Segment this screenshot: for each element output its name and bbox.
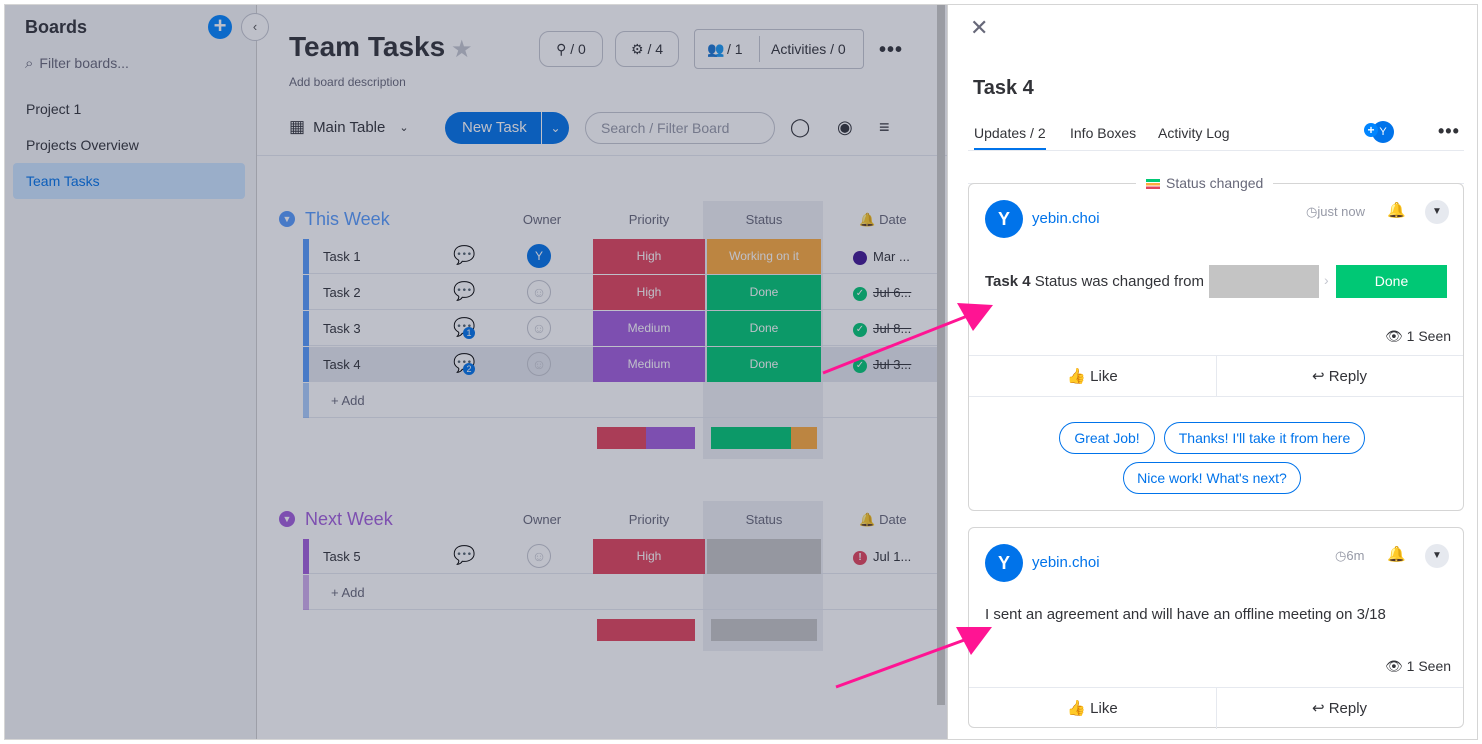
add-subscriber-icon[interactable]: + [1364, 123, 1378, 137]
update-actions: 👍 Like ↩ Reply [969, 687, 1463, 729]
seen-count-value: 1 Seen [1406, 658, 1452, 674]
close-icon[interactable]: ✕ [970, 15, 988, 41]
update-time-value: just now [1317, 204, 1366, 219]
tab-activity-log[interactable]: Activity Log [1158, 125, 1230, 141]
seen-count[interactable]: 👁 1 Seen [1385, 328, 1451, 345]
new-status-chip: Done [1336, 265, 1447, 298]
update-body: Task 4 Status was changed from [985, 273, 1204, 290]
panel-title[interactable]: Task 4 [973, 77, 1034, 100]
panel-more-icon[interactable]: ••• [1438, 121, 1460, 142]
clock-icon: ◷ [1335, 548, 1347, 563]
clock-icon: ◷ [1306, 204, 1318, 219]
arrow-shaft [822, 309, 981, 375]
avatar[interactable]: Y [985, 200, 1023, 238]
update-card: Y yebin.choi ◷6m 🔔 ▼ I sent an agreement… [968, 527, 1464, 729]
like-button[interactable]: 👍 Like [969, 688, 1216, 729]
app-window: Boards + ⌕ Filter boards... Project 1 Pro… [4, 4, 1478, 740]
status-changed-label: Status changed [1136, 175, 1274, 191]
tab-info-boxes[interactable]: Info Boxes [1070, 125, 1136, 141]
reply-label: Reply [1328, 368, 1368, 385]
update-task-name: Task 4 [985, 273, 1031, 290]
bell-icon[interactable]: 🔔 [1387, 201, 1406, 219]
update-body: I sent an agreement and will have an off… [985, 606, 1386, 623]
thumbs-up-icon: 👍 [1067, 700, 1091, 717]
update-author[interactable]: yebin.choi [1032, 210, 1100, 227]
arrow-shaft [835, 633, 979, 689]
item-detail-panel: ✕ Task 4 Updates / 2 Info Boxes Activity… [947, 5, 1477, 739]
update-menu-icon[interactable]: ▼ [1425, 200, 1449, 224]
divider [969, 396, 1463, 397]
chevron-right-icon: › [1324, 272, 1329, 288]
quick-reply-thanks[interactable]: Thanks! I'll take it from here [1164, 422, 1365, 454]
update-card: Y yebin.choi ◷just now 🔔 ▼ Task 4 Status… [968, 183, 1464, 511]
update-time-value: 6m [1346, 548, 1365, 563]
seen-count-value: 1 Seen [1406, 328, 1452, 344]
update-time: ◷just now [1306, 204, 1365, 220]
bell-icon[interactable]: 🔔 [1387, 545, 1406, 563]
update-author[interactable]: yebin.choi [1032, 554, 1100, 571]
eye-icon: 👁 [1385, 658, 1407, 674]
reply-button[interactable]: ↩ Reply [1216, 688, 1463, 729]
reply-icon: ↩ [1311, 368, 1329, 385]
reply-icon: ↩ [1311, 700, 1329, 717]
like-label: Like [1090, 700, 1118, 717]
status-changed-text: Status changed [1166, 175, 1264, 191]
status-column-icon [1146, 179, 1160, 190]
like-label: Like [1090, 368, 1118, 385]
reply-label: Reply [1328, 700, 1368, 717]
quick-reply-nice-work[interactable]: Nice work! What's next? [1123, 462, 1301, 494]
avatar[interactable]: Y [985, 544, 1023, 582]
seen-count[interactable]: 👁 1 Seen [1385, 658, 1451, 675]
update-time: ◷6m [1335, 548, 1364, 564]
tab-updates[interactable]: Updates / 2 [974, 125, 1046, 150]
modal-overlay[interactable] [5, 5, 947, 739]
eye-icon: 👁 [1385, 328, 1407, 344]
annotation-arrow [835, 627, 992, 689]
update-menu-icon[interactable]: ▼ [1425, 544, 1449, 568]
like-button[interactable]: 👍 Like [969, 356, 1216, 397]
update-text: Status was changed from [1034, 273, 1205, 290]
quick-reply-great-job[interactable]: Great Job! [1059, 422, 1155, 454]
old-status-chip [1209, 265, 1319, 298]
reply-button[interactable]: ↩ Reply [1216, 356, 1463, 397]
update-actions: 👍 Like ↩ Reply [969, 355, 1463, 397]
annotation-arrow [822, 303, 993, 375]
thumbs-up-icon: 👍 [1067, 368, 1091, 385]
